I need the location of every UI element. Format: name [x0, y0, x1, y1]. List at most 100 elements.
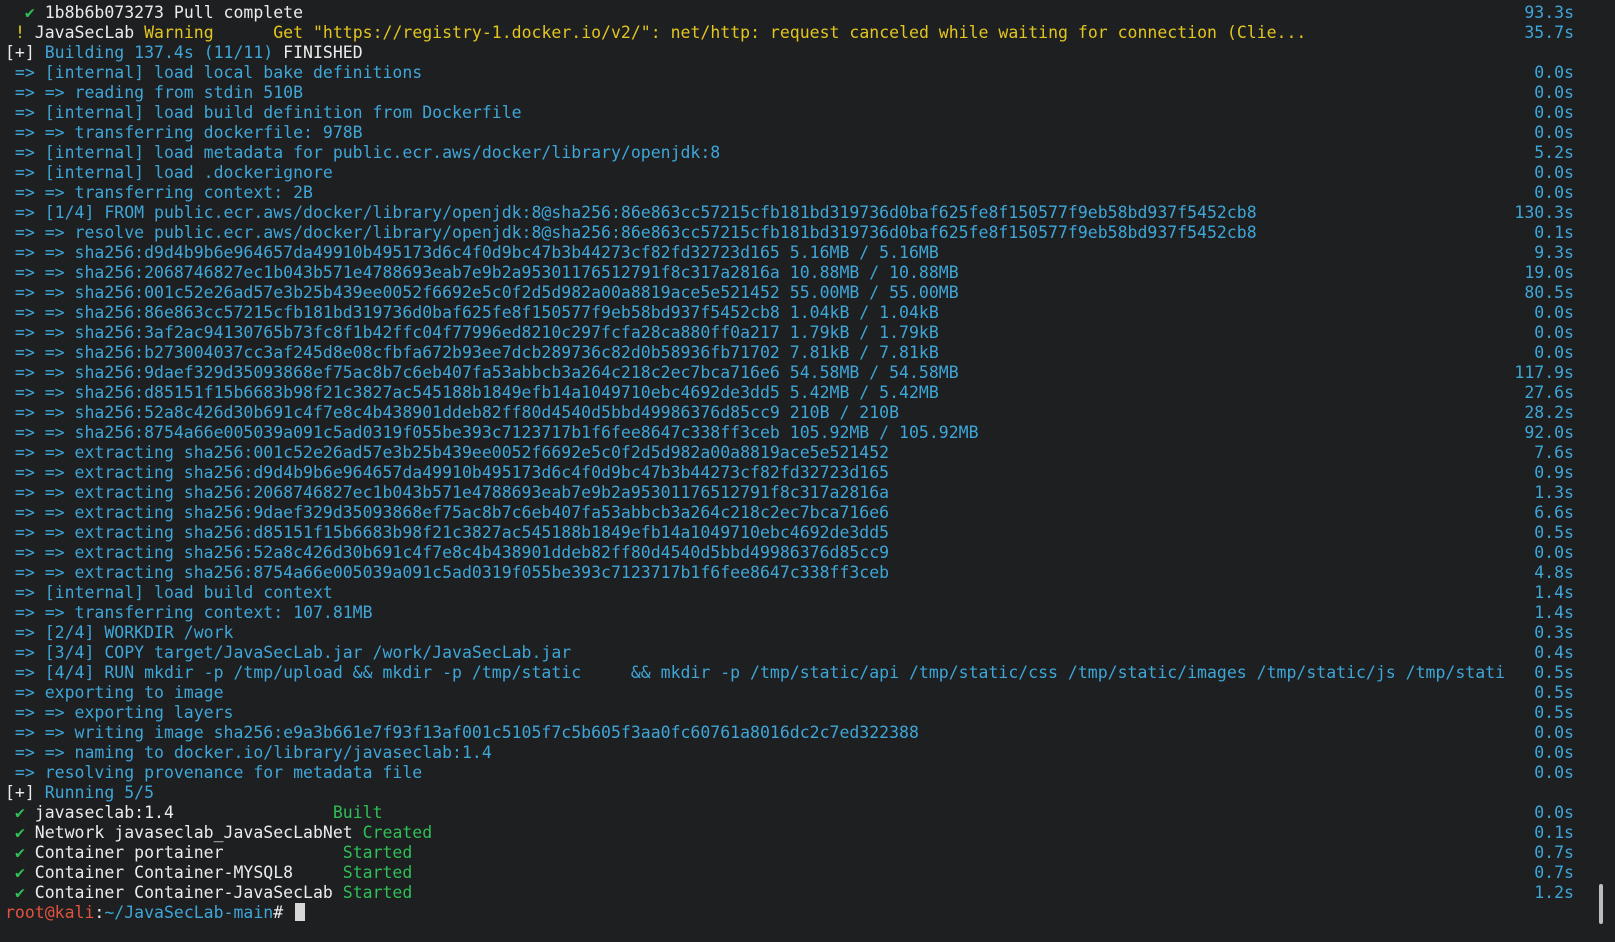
terminal-line: => => transferring context: 107.81MB 1.4s	[0, 603, 1588, 623]
duration-label: 5.2s	[1534, 143, 1574, 162]
duration-label: 0.0s	[1534, 743, 1574, 762]
line-text: ✔ Network javaseclab_JavaSecLabNet Creat…	[5, 823, 432, 843]
line-segment: Warning	[144, 23, 214, 42]
line-segment: => => sha256:8754a66e005039a091c5ad0319f…	[5, 423, 979, 442]
scrollbar[interactable]	[1588, 0, 1615, 939]
line-segment: Built	[332, 803, 383, 822]
duration-label: 0.5s	[1534, 523, 1574, 542]
line-segment: => => extracting sha256:001c52e26ad57e3b…	[5, 443, 890, 462]
terminal-line: => => extracting sha256:d85151f15b6683b9…	[0, 523, 1588, 543]
line-text: => [1/4] FROM public.ecr.aws/docker/libr…	[5, 203, 1257, 223]
terminal-line: => => writing image sha256:e9a3b661e7f93…	[0, 723, 1588, 743]
terminal-line: ✔ javaseclab:1.4 Built 0.0s	[0, 803, 1588, 823]
terminal-line: => => sha256:d9d4b9b6e964657da49910b4951…	[0, 243, 1588, 263]
line-text: => exporting to image	[5, 683, 224, 703]
line-segment: => => extracting sha256:d9d4b9b6e964657d…	[5, 463, 890, 482]
line-text: => [internal] load metadata for public.e…	[5, 143, 720, 163]
line-segment: => => extracting sha256:d85151f15b6683b9…	[5, 523, 890, 542]
line-segment: => => sha256:3af2ac94130765b73fc8f1b42ff…	[5, 323, 939, 342]
line-segment: => [internal] load local bake definition…	[5, 63, 423, 82]
line-text: => [4/4] RUN mkdir -p /tmp/upload && mkd…	[5, 663, 1505, 683]
duration-label: 0.5s	[1534, 683, 1574, 702]
line-text: => resolving provenance for metadata fil…	[5, 763, 422, 783]
line-segment	[5, 883, 15, 902]
line-text: ✔ Container Container-MYSQL8 Started	[5, 863, 412, 883]
line-text: => => extracting sha256:2068746827ec1b04…	[5, 483, 889, 503]
terminal-line: ✔ Container Container-JavaSecLab Started…	[0, 883, 1588, 903]
line-text: => => sha256:8754a66e005039a091c5ad0319f…	[5, 423, 979, 443]
prompt-separator: :	[94, 903, 105, 922]
duration-label: 0.9s	[1534, 463, 1574, 482]
terminal-line: => => extracting sha256:2068746827ec1b04…	[0, 483, 1588, 503]
duration-label: 0.0s	[1534, 323, 1574, 342]
line-segment: Building 137.4s (11/11)	[44, 43, 284, 62]
duration-label: 4.8s	[1534, 563, 1574, 582]
line-segment	[5, 3, 25, 22]
duration-label: 7.6s	[1534, 443, 1574, 462]
duration-label: 1.4s	[1534, 603, 1574, 622]
terminal-line: => [internal] load build context 1.4s	[0, 583, 1588, 603]
line-segment: => => writing image sha256:e9a3b661e7f93…	[5, 723, 919, 742]
duration-label: 28.2s	[1524, 403, 1574, 422]
duration-label: 0.0s	[1534, 343, 1574, 362]
duration-label: 0.0s	[1534, 723, 1574, 742]
scrollbar-thumb[interactable]	[1599, 884, 1603, 924]
line-segment: FINISHED	[283, 43, 363, 62]
duration-label: 0.0s	[1534, 543, 1574, 562]
text-cursor[interactable]	[295, 903, 306, 921]
line-text: => [internal] load .dockerignore	[5, 163, 333, 183]
line-segment	[5, 863, 15, 882]
duration-label: 0.0s	[1534, 83, 1574, 102]
line-segment: javaseclab:1.4	[24, 803, 333, 822]
terminal-line: => => transferring context: 2B 0.0s	[0, 183, 1588, 203]
terminal-line: => resolving provenance for metadata fil…	[0, 763, 1588, 783]
terminal-output[interactable]: ✔ 1b8b6b073273 Pull complete 93.3s ! Java…	[0, 0, 1588, 942]
line-text: => => transferring context: 2B	[5, 183, 313, 203]
line-text: => [2/4] WORKDIR /work	[5, 623, 234, 643]
terminal-line: ✔ Container Container-MYSQL8 Started 0.7s	[0, 863, 1588, 883]
check-icon: ✔	[24, 3, 35, 22]
check-icon: ✔	[14, 823, 25, 842]
line-segment: => => naming to docker.io/library/javase…	[5, 743, 492, 762]
line-text: => => extracting sha256:001c52e26ad57e3b…	[5, 443, 889, 463]
prompt-line[interactable]: root@kali:~/JavaSecLab-main#	[0, 903, 1588, 923]
line-text: ✔ Container Container-JavaSecLab Started	[5, 883, 412, 903]
line-text: => => sha256:52a8c426d30b691c4f7e8c4b438…	[5, 403, 899, 423]
terminal-line: => => naming to docker.io/library/javase…	[0, 743, 1588, 763]
duration-label: 0.4s	[1534, 643, 1574, 662]
line-text: => [internal] load build definition from…	[5, 103, 522, 123]
duration-label: 0.3s	[1534, 623, 1574, 642]
terminal-line: => [internal] load local bake definition…	[0, 63, 1588, 83]
line-text: => => transferring context: 107.81MB	[5, 603, 373, 623]
line-text: => => reading from stdin 510B	[5, 83, 303, 103]
line-segment: Container Container-MYSQL8	[24, 863, 343, 882]
duration-label: 0.0s	[1534, 803, 1574, 822]
line-text: => => sha256:d85151f15b6683b98f21c3827ac…	[5, 383, 939, 403]
line-segment: Started	[342, 883, 413, 902]
check-icon: ✔	[14, 803, 25, 822]
terminal-line: => [2/4] WORKDIR /work 0.3s	[0, 623, 1588, 643]
duration-label: 1.4s	[1534, 583, 1574, 602]
duration-label: 35.7s	[1524, 23, 1574, 42]
terminal-line: => => sha256:3af2ac94130765b73fc8f1b42ff…	[0, 323, 1588, 343]
line-text: => => extracting sha256:8754a66e005039a0…	[5, 563, 889, 583]
line-text: ! JavaSecLab Warning Get "https://regist…	[5, 23, 1306, 43]
prompt-symbol: #	[273, 903, 294, 922]
line-segment: => => transferring context: 107.81MB	[5, 603, 373, 622]
terminal-line: [+] Building 137.4s (11/11) FINISHED	[0, 43, 1588, 63]
duration-label: 117.9s	[1514, 363, 1574, 382]
duration-label: 0.5s	[1534, 663, 1574, 682]
line-segment	[5, 23, 15, 42]
terminal-line: => => reading from stdin 510B 0.0s	[0, 83, 1588, 103]
terminal-line: => => extracting sha256:d9d4b9b6e964657d…	[0, 463, 1588, 483]
line-text: => => sha256:b273004037cc3af245d8e08cfbf…	[5, 343, 939, 363]
line-segment: => => sha256:001c52e26ad57e3b25b439ee005…	[5, 283, 959, 302]
duration-label: 0.0s	[1534, 123, 1574, 142]
line-segment: Created	[362, 823, 433, 842]
line-text: => => extracting sha256:d85151f15b6683b9…	[5, 523, 889, 543]
line-text: => => extracting sha256:52a8c426d30b691c…	[5, 543, 889, 563]
line-segment: => => extracting sha256:9daef329d3509386…	[5, 503, 890, 522]
terminal-line: => => exporting layers 0.5s	[0, 703, 1588, 723]
line-segment: => => sha256:9daef329d35093868ef75ac8b7c…	[5, 363, 959, 382]
terminal-line: => => sha256:52a8c426d30b691c4f7e8c4b438…	[0, 403, 1588, 423]
